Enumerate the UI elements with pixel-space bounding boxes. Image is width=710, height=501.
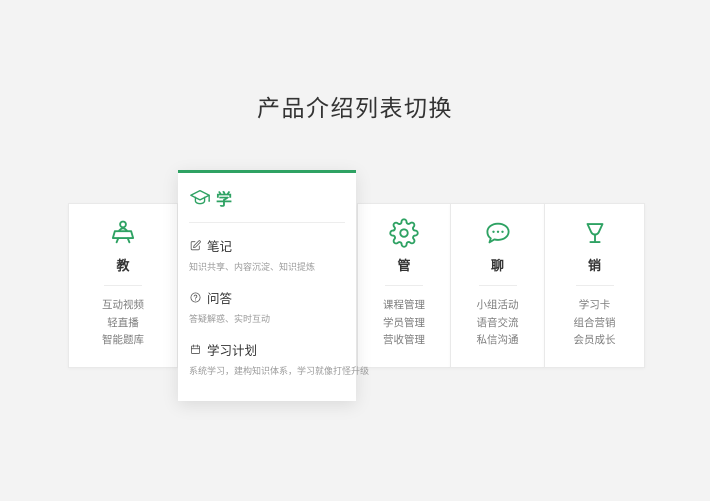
section-desc: 系统学习，建构知识体系，学习就像打怪升级 xyxy=(189,367,370,377)
divider xyxy=(575,285,614,286)
graduation-cap-icon xyxy=(189,187,211,209)
section-desc: 知识共享、内容沉淀、知识提炼 xyxy=(189,263,316,273)
chat-bubble-icon xyxy=(483,218,513,248)
page: 产品介绍列表切换 教 互动视频 轻直播 智能题库 学 笔记 知识共享、内容沉淀、… xyxy=(0,0,710,501)
card-sales-items: 学习卡 组合营销 会员成长 xyxy=(574,297,616,350)
list-item: 语音交流 xyxy=(476,316,519,329)
list-item: 课程管理 xyxy=(383,299,425,311)
divider xyxy=(189,222,345,223)
card-manage-items: 课程管理 学员管理 营收管理 xyxy=(383,297,425,350)
divider xyxy=(478,285,517,286)
question-circle-icon xyxy=(189,291,202,304)
list-item: 营收管理 xyxy=(383,334,425,346)
page-title: 产品介绍列表切换 xyxy=(257,96,453,122)
list-item: 会员成长 xyxy=(573,334,616,346)
card-manage-title: 管 xyxy=(397,259,411,274)
list-item: 私信沟通 xyxy=(476,334,519,346)
list-item: 学习卡 xyxy=(578,299,611,311)
section-notes: 笔记 知识共享、内容沉淀、知识提炼 xyxy=(189,236,345,273)
card-teach[interactable]: 教 互动视频 轻直播 智能题库 xyxy=(68,203,178,368)
plan-calendar-icon xyxy=(189,343,202,356)
card-sales-title: 销 xyxy=(587,259,601,274)
note-edit-icon xyxy=(189,239,202,252)
section-title: 笔记 xyxy=(207,239,233,254)
list-item: 智能题库 xyxy=(102,334,144,346)
list-item: 轻直播 xyxy=(107,316,139,329)
list-item: 学员管理 xyxy=(383,316,425,329)
divider xyxy=(385,285,423,286)
card-manage[interactable]: 管 课程管理 学员管理 营收管理 xyxy=(357,203,451,368)
card-learn-header: 学 xyxy=(189,186,345,210)
card-chat-items: 小组活动 语音交流 私信沟通 xyxy=(477,297,519,350)
lecturer-icon xyxy=(108,218,138,248)
card-teach-items: 互动视频 轻直播 智能题库 xyxy=(102,297,144,350)
divider xyxy=(104,285,142,286)
section-desc: 答疑解惑、实时互动 xyxy=(189,315,271,325)
card-teach-title: 教 xyxy=(116,259,130,274)
card-sales[interactable]: 销 学习卡 组合营销 会员成长 xyxy=(544,203,645,368)
card-learn-expanded[interactable]: 学 笔记 知识共享、内容沉淀、知识提炼 问答 答疑解惑、实时互动 学习计划 系统… xyxy=(178,170,370,401)
section-title: 学习计划 xyxy=(207,343,258,358)
card-chat-title: 聊 xyxy=(490,259,504,274)
section-qa: 问答 答疑解惑、实时互动 xyxy=(189,288,345,325)
card-learn-title: 学 xyxy=(216,190,233,209)
list-item: 小组活动 xyxy=(476,299,519,311)
section-study-plan: 学习计划 系统学习，建构知识体系，学习就像打怪升级 xyxy=(189,340,370,377)
list-item: 组合营销 xyxy=(573,316,616,329)
trophy-icon xyxy=(580,218,610,248)
card-chat[interactable]: 聊 小组活动 语音交流 私信沟通 xyxy=(450,203,545,368)
section-title: 问答 xyxy=(207,291,233,306)
gear-icon xyxy=(389,218,419,248)
list-item: 互动视频 xyxy=(102,299,144,311)
